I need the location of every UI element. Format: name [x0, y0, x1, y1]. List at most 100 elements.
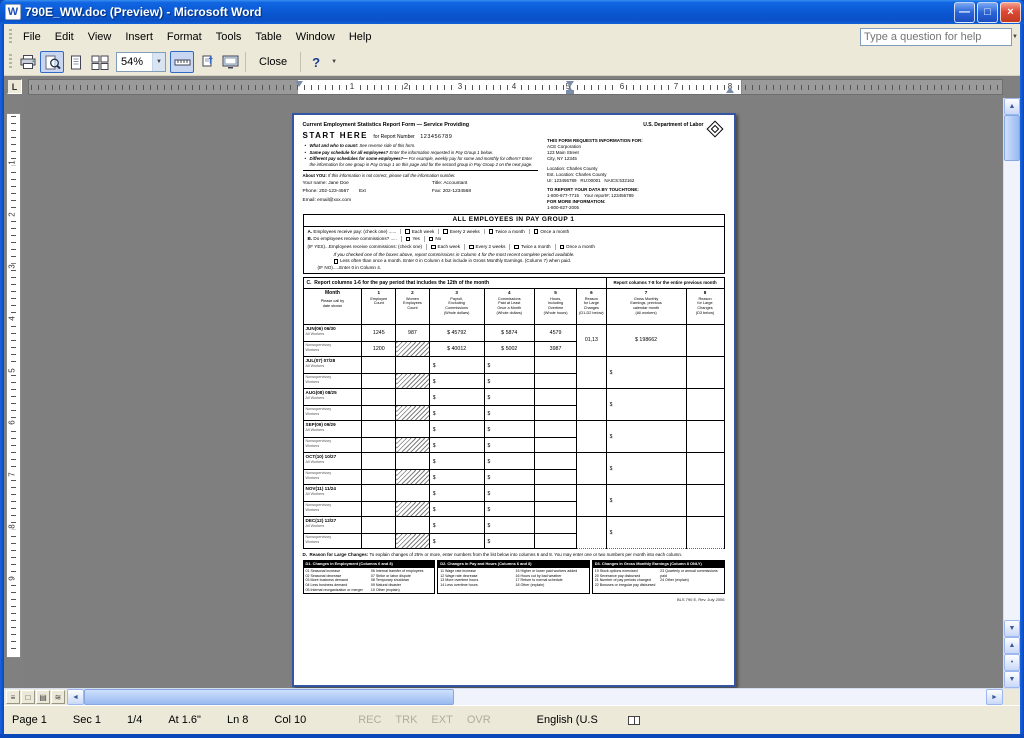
hatched-cell [396, 406, 430, 421]
checkbox-icon [406, 237, 411, 242]
payroll-cell: $ [429, 357, 484, 374]
restore-button[interactable]: □ [977, 2, 998, 23]
scroll-down-button[interactable]: ▼ [1004, 620, 1020, 637]
vertical-scrollbar-track[interactable] [1004, 161, 1020, 620]
menubar-grip-handle[interactable] [9, 29, 12, 45]
option-each-week: Each week [400, 229, 438, 235]
question-help-box[interactable]: ▼ [860, 28, 1012, 46]
ruler-number: 3 [457, 82, 463, 91]
select-browse-object-button[interactable]: • [1004, 654, 1020, 671]
gross-earnings-cell: $ [606, 485, 686, 517]
horizontal-ruler[interactable]: 12345678 [28, 79, 1003, 95]
horizontal-scrollbar-track[interactable] [454, 689, 986, 705]
trk-mode[interactable]: TRK [395, 714, 417, 726]
horizontal-scrollbar-thumb[interactable] [84, 689, 454, 705]
menu-help[interactable]: Help [342, 28, 379, 46]
minimize-button[interactable]: — [954, 2, 975, 23]
hours-cell [535, 534, 577, 549]
menu-window[interactable]: Window [289, 28, 342, 46]
menu-table[interactable]: Table [248, 28, 288, 46]
checkbox-icon [429, 237, 434, 242]
commissions-cell: $ [484, 406, 535, 421]
checkbox-icon [443, 229, 448, 234]
ext-mode[interactable]: EXT [431, 714, 452, 726]
vertical-ruler[interactable]: 123456789 [4, 98, 24, 688]
scroll-right-button[interactable]: ► [986, 689, 1003, 705]
company-address2: City, NY 12345 [547, 156, 724, 162]
women-count-cell [396, 517, 430, 534]
web-layout-view-button[interactable]: □ [21, 690, 35, 704]
ruler-number: 5 [8, 367, 17, 373]
word-window: W 790E_WW.doc (Preview) - Microsoft Word… [0, 0, 1024, 738]
reason-col6-cell: 01,13 [577, 325, 606, 357]
phone-value: 202-123-4567 [319, 189, 349, 194]
menu-insert[interactable]: Insert [118, 28, 160, 46]
print-layout-view-button[interactable]: ▤ [36, 690, 50, 704]
payroll-cell: $ [429, 470, 484, 485]
employee-count-cell [362, 534, 396, 549]
employee-count-cell [362, 406, 396, 421]
left-indent-marker[interactable] [566, 90, 574, 94]
reason-col6-cell [577, 453, 606, 485]
toolbar-options-chevron-icon[interactable]: ▼ [328, 59, 340, 65]
vertical-scrollbar-thumb[interactable] [1004, 115, 1020, 161]
menu-tools[interactable]: Tools [209, 28, 249, 46]
help-button[interactable]: ? [304, 51, 328, 73]
women-count-cell [396, 389, 430, 406]
reason-code-item: 23 Quarterly or annual commissions paid [660, 569, 721, 578]
one-page-button[interactable] [64, 51, 88, 73]
hours-cell [535, 438, 577, 453]
checkbox-icon [534, 229, 539, 234]
employee-count-cell [362, 502, 396, 517]
shrink-one-page-button[interactable] [194, 51, 218, 73]
commissions-cell: $ [484, 389, 535, 406]
next-page-button[interactable]: ▼ [1004, 671, 1020, 688]
menu-format[interactable]: Format [160, 28, 209, 46]
spellcheck-book-icon[interactable] [628, 716, 640, 725]
if-no-line: (IF NO).....Enter 0 in Column 4. [318, 265, 720, 271]
status-bar: Page 1 Sec 1 1/4 At 1.6" Ln 8 Col 10 REC… [4, 705, 1020, 734]
commissions-cell: $ [484, 470, 535, 485]
close-preview-button[interactable]: Close [249, 51, 297, 73]
title-bar[interactable]: W 790E_WW.doc (Preview) - Microsoft Word… [0, 0, 1024, 24]
previous-page-button[interactable]: ▲ [1004, 637, 1020, 654]
payroll-cell: $ [429, 485, 484, 502]
normal-view-button[interactable]: ≡ [6, 690, 20, 704]
tab-stop-selector[interactable]: L [7, 79, 22, 94]
question-help-input[interactable] [861, 31, 1009, 43]
outline-view-button[interactable]: ≋ [51, 690, 65, 704]
scroll-left-button[interactable]: ◄ [67, 689, 84, 705]
view-ruler-button[interactable] [170, 51, 194, 73]
print-button[interactable] [16, 51, 40, 73]
full-screen-button[interactable] [218, 51, 242, 73]
table-row-all-workers: DEC(12) 12/27All Workers$$$ [303, 517, 724, 534]
hatched-cell [396, 470, 430, 485]
vertical-scrollbar[interactable]: ▲ ▼ ▲ • ▼ [1003, 98, 1020, 688]
month-cell-nonsup: Nonsupervisory Workers [303, 470, 362, 485]
reason-col8-cell [686, 485, 724, 517]
toolbar-separator [245, 52, 246, 72]
right-indent-marker[interactable] [726, 87, 734, 93]
pay-group-title: ALL EMPLOYEES IN PAY GROUP 1 [304, 215, 724, 226]
menu-view[interactable]: View [81, 28, 119, 46]
menu-edit[interactable]: Edit [48, 28, 81, 46]
column-header-2: 2Women Employees Count [396, 289, 430, 325]
hours-cell [535, 406, 577, 421]
document-area[interactable]: Current Employment Statistics Report For… [24, 98, 1003, 688]
table-row-all-workers: JUN(06) 06/30All Workers1245987$ 45792$ … [303, 325, 724, 342]
toolbar-grip-handle[interactable] [9, 54, 12, 70]
gross-earnings-cell: $ [606, 389, 686, 421]
multiple-pages-button[interactable] [88, 51, 112, 73]
magnifier-button[interactable] [40, 51, 64, 73]
rec-mode[interactable]: REC [358, 714, 381, 726]
zoom-dropdown-arrow-icon[interactable]: ▼ [152, 53, 165, 71]
zoom-combobox[interactable]: 54% ▼ [116, 52, 166, 72]
zoom-value: 54% [117, 56, 152, 68]
first-line-indent-marker[interactable] [295, 81, 303, 87]
close-window-button[interactable]: × [1000, 2, 1021, 23]
menu-file[interactable]: File [16, 28, 48, 46]
document-page: Current Employment Statistics Report For… [292, 113, 736, 687]
ovr-mode[interactable]: OVR [467, 714, 491, 726]
d3-box: D3. Changes in Gross Monthly Earnings (C… [592, 560, 725, 594]
scroll-up-button[interactable]: ▲ [1004, 98, 1020, 115]
